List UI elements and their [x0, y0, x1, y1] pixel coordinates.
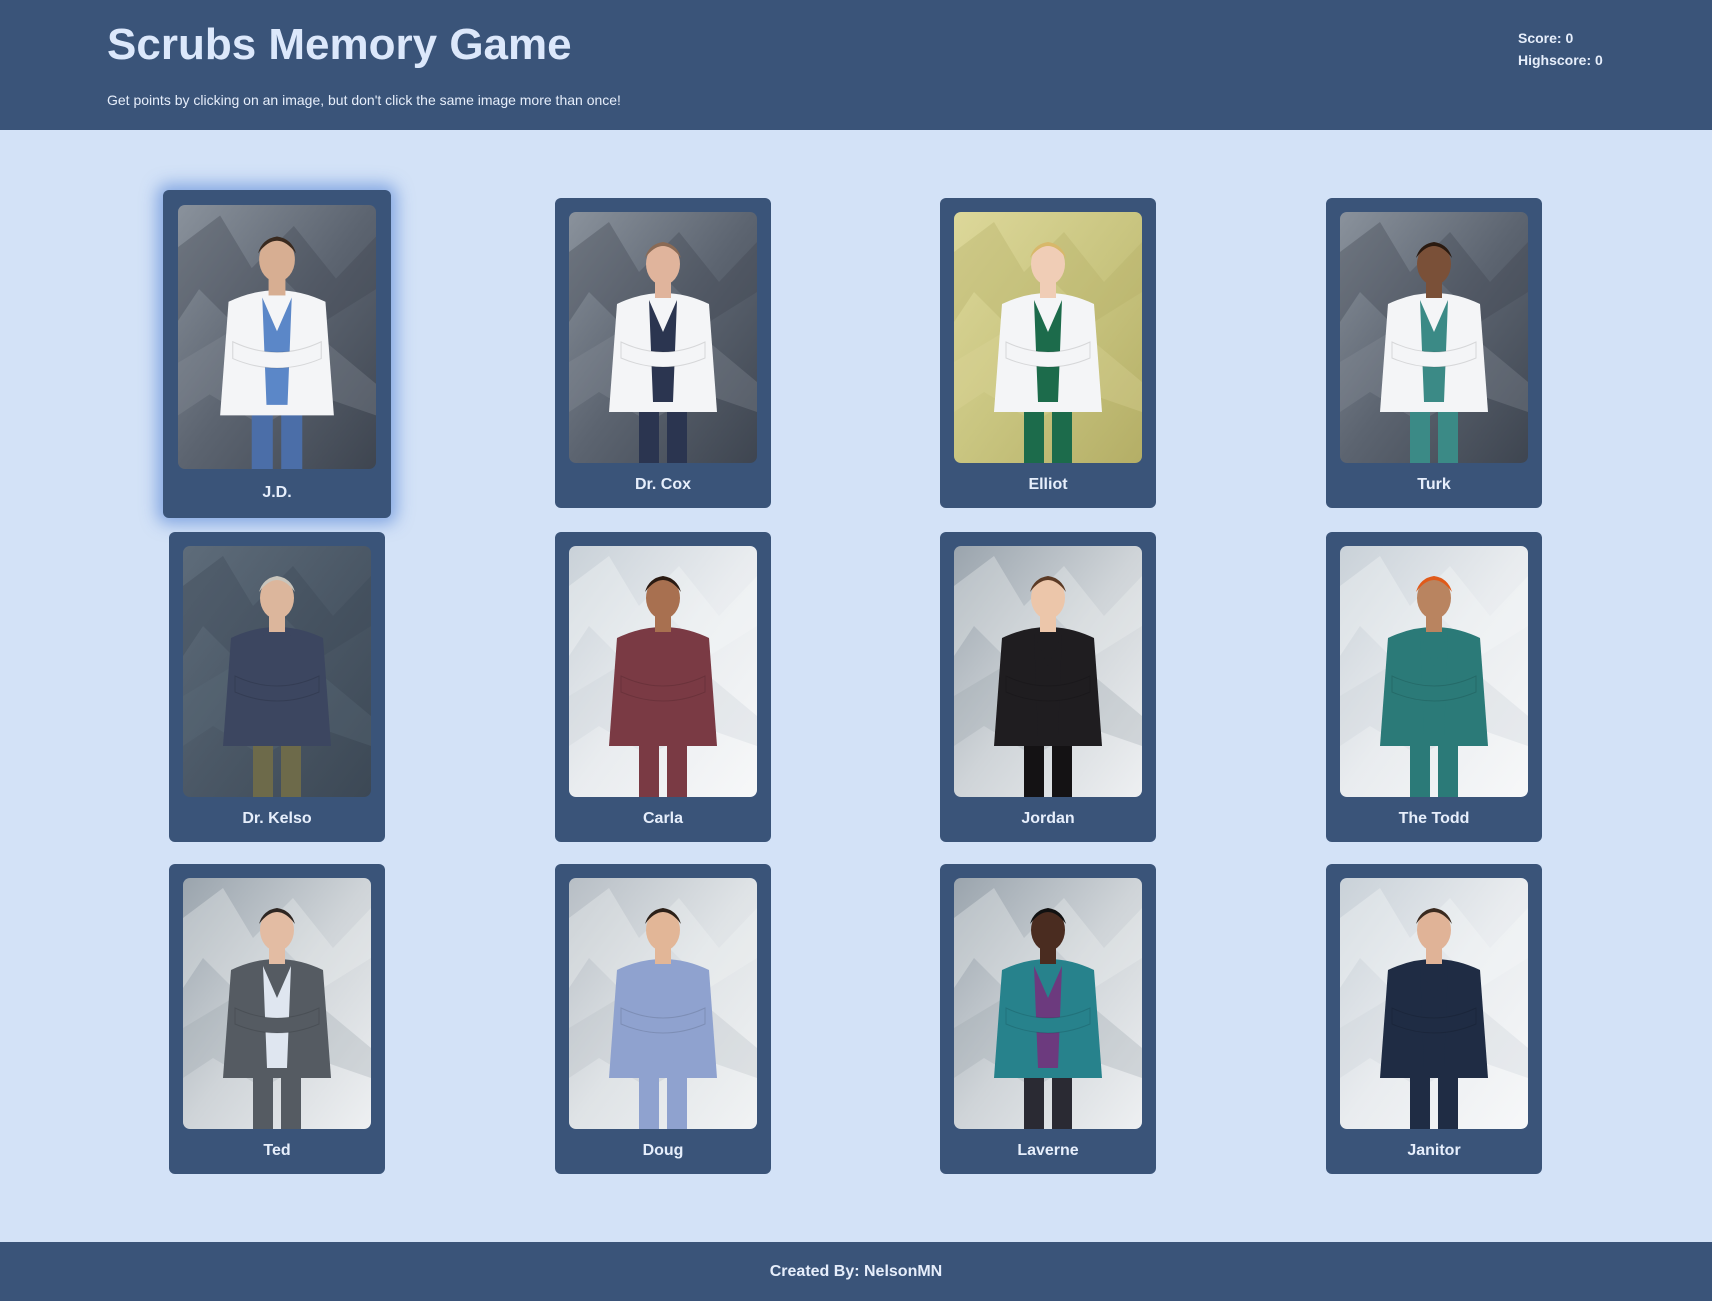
character-photo[interactable] [954, 878, 1142, 1129]
character-photo[interactable] [1340, 546, 1528, 797]
character-card[interactable]: Turk [1326, 198, 1542, 508]
footer: Created By: NelsonMN [0, 1242, 1712, 1301]
character-name: Laverne [1017, 1142, 1079, 1159]
character-photo[interactable] [569, 878, 757, 1129]
character-name: Turk [1417, 476, 1451, 493]
character-photo[interactable] [569, 546, 757, 797]
character-name: Elliot [1028, 476, 1068, 493]
character-card[interactable]: J.D. [163, 190, 391, 518]
character-name: Dr. Cox [634, 476, 691, 493]
character-photo[interactable] [569, 212, 757, 463]
character-card[interactable]: Janitor [1326, 864, 1542, 1174]
score-panel: Score: 0 Highscore: 0 [1518, 27, 1603, 71]
footer-credit: Created By: NelsonMN [769, 1263, 943, 1280]
character-name: Jordan [1021, 810, 1075, 827]
character-name: Ted [263, 1142, 291, 1159]
character-name: Dr. Kelso [242, 810, 312, 827]
character-card[interactable]: Elliot [940, 198, 1156, 508]
character-photo[interactable] [1340, 878, 1528, 1129]
page: Scrubs Memory Game Get points by clickin… [0, 0, 1712, 1301]
character-card[interactable]: Dr. Cox [555, 198, 771, 508]
page-title: Scrubs Memory Game [107, 20, 572, 69]
character-photo[interactable] [954, 212, 1142, 463]
character-name: The Todd [1398, 810, 1470, 827]
card-grid: J.D. Dr. Cox Elliot Turk Dr. Kelso Carla… [0, 130, 1712, 1242]
character-name: Doug [642, 1142, 684, 1159]
character-photo[interactable] [183, 878, 371, 1129]
character-card[interactable]: Dr. Kelso [169, 532, 385, 842]
character-name: Carla [642, 810, 684, 827]
character-photo[interactable] [1340, 212, 1528, 463]
character-card[interactable]: Carla [555, 532, 771, 842]
character-name: J.D. [262, 484, 292, 501]
character-photo[interactable] [178, 205, 376, 469]
character-photo[interactable] [954, 546, 1142, 797]
character-card[interactable]: Jordan [940, 532, 1156, 842]
character-card[interactable]: Doug [555, 864, 771, 1174]
character-name: Janitor [1407, 1142, 1461, 1159]
character-card[interactable]: Laverne [940, 864, 1156, 1174]
score-label: Score: 0 [1518, 30, 1574, 46]
character-card[interactable]: The Todd [1326, 532, 1542, 842]
header: Scrubs Memory Game Get points by clickin… [0, 0, 1712, 130]
instructions-text: Get points by clicking on an image, but … [107, 92, 621, 108]
character-photo[interactable] [183, 546, 371, 797]
highscore-label: Highscore: 0 [1518, 52, 1603, 68]
character-card[interactable]: Ted [169, 864, 385, 1174]
